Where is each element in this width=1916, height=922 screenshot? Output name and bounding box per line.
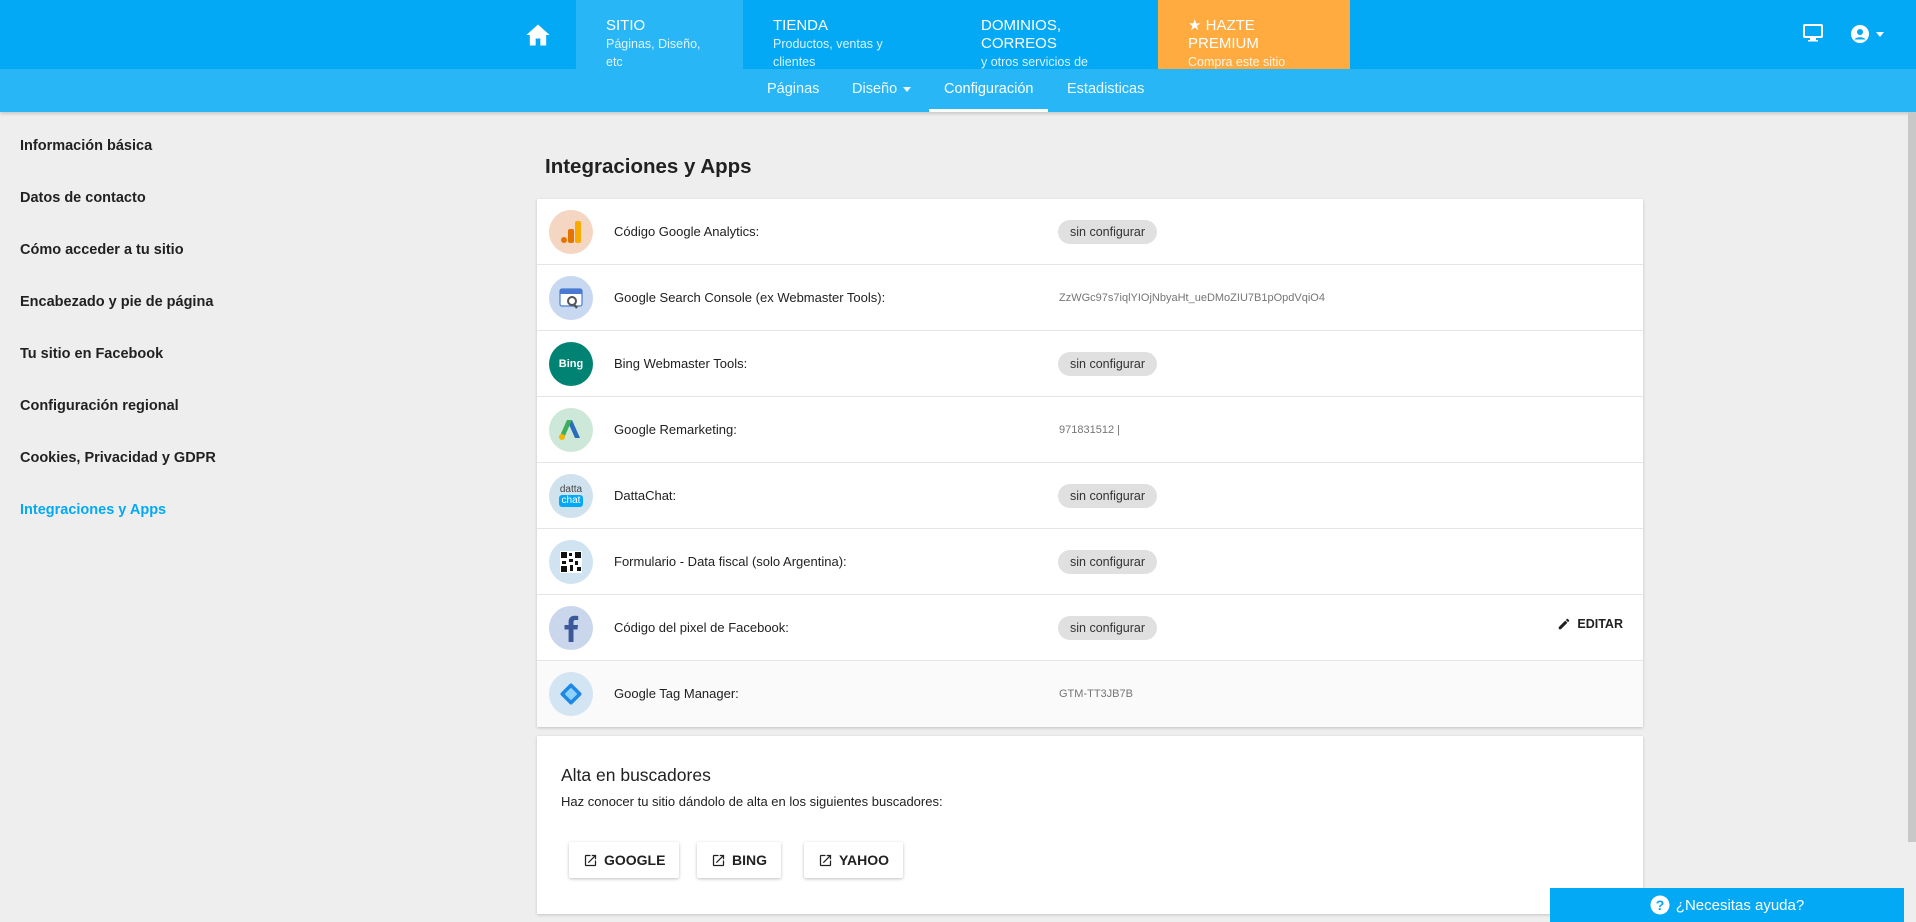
bing-submit-label: BING (732, 852, 767, 868)
integration-value: ZzWGc97s7iqlYIOjNbyaHt_ueDMoZIU7B1pOpdVq… (1059, 292, 1325, 304)
integration-row-google-remarketing[interactable]: Google Remarketing: 971831512 | (537, 397, 1643, 463)
nav-premium-title-row: ★ HAZTE PREMIUM (1188, 17, 1320, 53)
dattachat-logo-top: datta (559, 484, 583, 495)
nav-tienda-subtitle: Productos, ventas y clientes (773, 37, 883, 69)
nav-sitio-title: SITIO (606, 17, 646, 34)
nav-dominios[interactable]: DOMINIOS, CORREOS y otros servicios de h… (951, 0, 1158, 87)
yahoo-submit-label: YAHOO (839, 852, 890, 868)
integration-row-google-analytics[interactable]: Código Google Analytics: sin configurar (537, 199, 1643, 265)
integration-label: Código del pixel de Facebook: (614, 620, 789, 635)
google-ads-icon (549, 408, 593, 452)
tag-manager-icon (549, 672, 593, 716)
edit-button[interactable]: EDITAR (1557, 617, 1623, 631)
help-chat-button[interactable]: ? ¿Necesitas ayuda? (1550, 888, 1904, 922)
bing-icon: Bing (549, 342, 593, 386)
page-title: Integraciones y Apps (545, 155, 752, 178)
sub-navigation-bar: Páginas Diseño Configuración Estadistica… (0, 69, 1916, 112)
subnav-diseno-label: Diseño (852, 81, 898, 97)
integration-label: Formulario - Data fiscal (solo Argentina… (614, 554, 847, 569)
external-link-icon (584, 854, 597, 866)
sidebar-item-encabezado[interactable]: Encabezado y pie de página (20, 294, 213, 310)
search-engines-subtitle: Haz conocer tu sitio dándolo de alta en … (561, 794, 943, 809)
nav-tienda-title: TIENDA (773, 17, 829, 34)
svg-text:?: ? (1656, 897, 1665, 913)
integration-label: Código Google Analytics: (614, 224, 760, 239)
integration-label: Bing Webmaster Tools: (614, 356, 748, 371)
monitor-icon (1803, 24, 1823, 42)
integrations-list: Código Google Analytics: sin configurar … (537, 199, 1643, 727)
sidebar-item-regional[interactable]: Configuración regional (20, 398, 179, 414)
edit-button-label: EDITAR (1577, 617, 1623, 631)
integration-value: GTM-TT3JB7B (1059, 688, 1133, 700)
google-submit-label: GOOGLE (604, 852, 666, 868)
nav-tienda[interactable]: TIENDA Productos, ventas y clientes (743, 0, 951, 69)
star-icon: ★ (1188, 17, 1202, 34)
home-icon (526, 24, 550, 45)
top-navigation-bar: SITIO Páginas, Diseño, etc TIENDA Produc… (0, 0, 1916, 87)
integration-row-bing[interactable]: Bing Bing Webmaster Tools: sin configura… (537, 331, 1643, 397)
dattachat-icon: datta chat (549, 474, 593, 518)
integration-row-data-fiscal[interactable]: Formulario - Data fiscal (solo Argentina… (537, 529, 1643, 595)
pencil-icon (1559, 618, 1570, 630)
help-circle-icon: ? (1650, 895, 1670, 915)
integration-label: Google Remarketing: (614, 422, 737, 437)
chevron-down-icon (903, 86, 912, 92)
status-badge: sin configurar (1058, 616, 1158, 640)
home-button[interactable] (500, 0, 576, 69)
subnav-paginas[interactable]: Páginas (752, 69, 834, 112)
integration-value: 971831512 | (1059, 424, 1120, 436)
status-badge: sin configurar (1058, 352, 1158, 376)
integration-label: Google Tag Manager: (614, 686, 739, 701)
google-submit-button[interactable]: GOOGLE (569, 842, 680, 878)
help-label: ¿Necesitas ayuda? (1675, 896, 1805, 914)
integration-row-facebook-pixel[interactable]: Código del pixel de Facebook: sin config… (537, 595, 1643, 661)
qr-code-icon (549, 540, 593, 584)
nav-premium[interactable]: ★ HAZTE PREMIUM Compra este sitio (1158, 0, 1350, 69)
sidebar-item-informacion-basica[interactable]: Información básica (20, 138, 152, 154)
dattachat-logo-bottom: chat (558, 495, 584, 507)
sidebar-item-como-acceder[interactable]: Cómo acceder a tu sitio (20, 242, 184, 258)
subnav-diseno[interactable]: Diseño (837, 69, 926, 112)
preview-button[interactable] (1803, 24, 1823, 42)
external-link-icon (819, 854, 832, 866)
sidebar-item-datos-contacto[interactable]: Datos de contacto (20, 190, 146, 206)
nav-dominios-title: DOMINIOS, CORREOS (981, 17, 1062, 52)
yahoo-submit-button[interactable]: YAHOO (804, 842, 904, 878)
subnav-estadisticas[interactable]: Estadisticas (1052, 69, 1159, 112)
integration-label: DattaChat: (614, 488, 677, 503)
bing-logo-text: Bing (558, 358, 584, 370)
integration-row-search-console[interactable]: Google Search Console (ex Webmaster Tool… (537, 265, 1643, 331)
chevron-down-icon (1876, 31, 1884, 37)
integration-label: Google Search Console (ex Webmaster Tool… (614, 290, 886, 305)
nav-sitio[interactable]: SITIO Páginas, Diseño, etc (576, 0, 743, 69)
subnav-configuracion[interactable]: Configuración (929, 69, 1049, 112)
status-badge: sin configurar (1058, 220, 1158, 244)
search-engines-title: Alta en buscadores (561, 765, 711, 785)
sidebar-item-integraciones[interactable]: Integraciones y Apps (20, 502, 166, 518)
sidebar-item-cookies[interactable]: Cookies, Privacidad y GDPR (20, 450, 216, 466)
sidebar-item-facebook[interactable]: Tu sitio en Facebook (20, 346, 163, 362)
status-badge: sin configurar (1058, 484, 1158, 508)
page-scrollbar[interactable] (1908, 112, 1916, 842)
search-engines-card: Alta en buscadores Haz conocer tu sitio … (537, 736, 1643, 914)
google-analytics-icon (549, 210, 593, 254)
external-link-icon (712, 854, 725, 866)
account-circle-icon (1851, 25, 1869, 43)
nav-sitio-subtitle: Páginas, Diseño, etc (606, 37, 701, 69)
account-menu-button[interactable] (1850, 24, 1884, 44)
status-badge: sin configurar (1058, 550, 1158, 574)
bing-submit-button[interactable]: BING (697, 842, 781, 878)
integration-row-dattachat[interactable]: datta chat DattaChat: sin configurar (537, 463, 1643, 529)
integration-row-google-tag-manager[interactable]: Google Tag Manager: GTM-TT3JB7B (537, 661, 1643, 727)
facebook-icon (549, 606, 593, 650)
search-console-icon (549, 276, 593, 320)
